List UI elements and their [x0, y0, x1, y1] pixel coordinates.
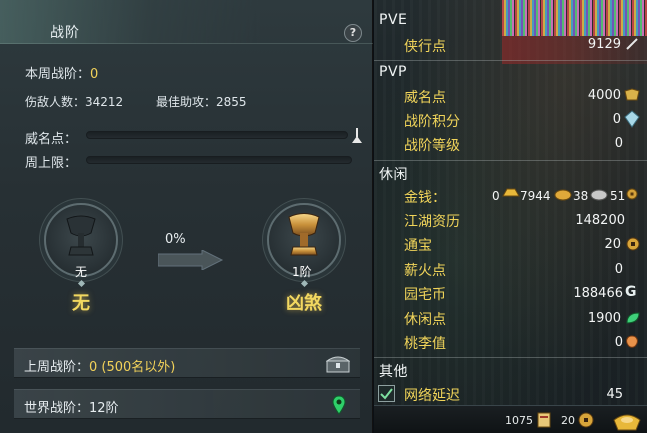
- weekly-rank-label: 本周战阶：: [25, 67, 91, 82]
- stat-value: 0: [612, 112, 621, 127]
- section-divider: [374, 357, 647, 358]
- chest-icon[interactable]: [326, 355, 350, 373]
- section-divider: [374, 60, 647, 61]
- feather-icon: [626, 38, 638, 50]
- next-rank-level: 1阶: [292, 265, 312, 279]
- stat-value: 0: [614, 136, 623, 151]
- latency-checkbox[interactable]: [378, 385, 395, 402]
- stat-label: 江湖资历: [404, 214, 460, 230]
- world-rank-strip: 世界战阶：12阶: [14, 389, 360, 419]
- scroll-count: 1075: [505, 414, 533, 427]
- arrow-right-icon: [158, 250, 224, 270]
- stat-value: 0: [614, 262, 623, 277]
- enemies-count: 伤敌人数：34212: [25, 95, 124, 109]
- weekly-rank-value: 0: [90, 67, 99, 82]
- rank-trophy-gray-icon: [66, 215, 96, 256]
- stat-label: 桃李值: [404, 336, 446, 352]
- stat-label: 园宅币: [404, 287, 446, 303]
- checkmark-icon: [380, 388, 393, 400]
- weekly-cap-bar: [86, 156, 352, 164]
- stat-label: 战阶积分: [404, 114, 460, 130]
- copper-value: 51: [610, 189, 626, 203]
- section-leisure: 休闲: [379, 167, 408, 183]
- section-divider: [374, 160, 647, 161]
- stat-label: 通宝: [404, 238, 432, 254]
- divider-diamond: [77, 279, 86, 288]
- buff-stripes: [502, 0, 647, 36]
- section-other: 其他: [379, 364, 408, 380]
- prestige-label: 威名点：: [25, 132, 78, 147]
- next-rank-name: 凶煞: [286, 293, 322, 314]
- stat-value: 4000: [587, 88, 621, 103]
- best-assist: 最佳助攻：2855: [156, 95, 247, 109]
- weekly-cap-label: 周上限：: [25, 156, 78, 171]
- peach-icon: [626, 335, 638, 348]
- gold-coin-icon: [554, 189, 572, 201]
- badge-icon: [624, 88, 640, 101]
- silver-value: 38: [573, 189, 589, 203]
- stat-value: 9129: [587, 37, 621, 52]
- rank-trophy-gold-icon: [288, 213, 320, 256]
- silver-coin-icon: [590, 189, 608, 201]
- leaf-icon: [626, 312, 640, 324]
- section-pve: PVE: [379, 12, 408, 28]
- last-week-strip: 上周战阶：0 (500名以外): [14, 348, 360, 378]
- section-pvp: PVP: [379, 64, 407, 80]
- bottom-bar: 1075 20: [374, 405, 647, 433]
- coin-icon[interactable]: [578, 412, 594, 428]
- stat-label: 威名点: [404, 90, 446, 106]
- stat-label: 休闲点: [404, 312, 446, 328]
- stat-label: 薪火点: [404, 263, 446, 279]
- stat-label: 侠行点: [404, 39, 446, 55]
- divider-diamond: [300, 279, 309, 288]
- stat-value: 1900: [587, 311, 621, 326]
- weekly-rank-row: 本周战阶：0: [25, 63, 98, 82]
- stat-label: 网络延迟: [404, 388, 460, 404]
- copper-coin-icon: [626, 188, 638, 200]
- currency-panel: PVE 侠行点 9129 PVP 威名点 4000 战阶积分 0 战阶等级 0 …: [374, 0, 647, 433]
- coin-count: 20: [561, 414, 575, 427]
- stat-value: 0: [614, 335, 623, 350]
- world-rank-label: 世界战阶：12阶: [24, 401, 119, 416]
- prestige-bar: [86, 131, 348, 139]
- stat-value: 45: [606, 387, 623, 402]
- stat-value: 148200: [575, 213, 625, 228]
- bar-marker-icon: [352, 128, 362, 143]
- advance-percent: 0%: [165, 232, 186, 247]
- current-rank-name: 无: [72, 293, 90, 314]
- coin-icon: [626, 237, 640, 251]
- gold-value: 7944: [520, 189, 551, 203]
- combat-rank-panel: 战阶 ? 本周战阶：0 伤敌人数：34212 最佳助攻：2855 威名点： 周上…: [0, 0, 373, 433]
- stat-value: 20: [604, 237, 621, 252]
- panel-title: 战阶: [50, 25, 80, 41]
- stat-value: 188466: [573, 286, 623, 301]
- last-week-value: 0 (500名以外): [89, 360, 176, 375]
- stat-label: 战阶等级: [404, 138, 460, 154]
- scroll-icon[interactable]: [535, 411, 553, 429]
- help-icon[interactable]: ?: [344, 24, 362, 42]
- money-label: 金钱：: [404, 190, 446, 206]
- map-pin-icon[interactable]: [332, 395, 346, 415]
- current-rank-level: 无: [75, 265, 88, 279]
- last-week-row: 上周战阶：0 (500名以外): [24, 356, 175, 375]
- crystal-icon: [624, 110, 640, 128]
- gold-ingot-icon: [502, 188, 520, 197]
- treasure-ingot-icon[interactable]: [612, 408, 642, 432]
- house-coin-icon: G: [625, 284, 637, 300]
- last-week-label: 上周战阶：: [24, 360, 90, 375]
- money-value-zero: 0: [492, 189, 500, 203]
